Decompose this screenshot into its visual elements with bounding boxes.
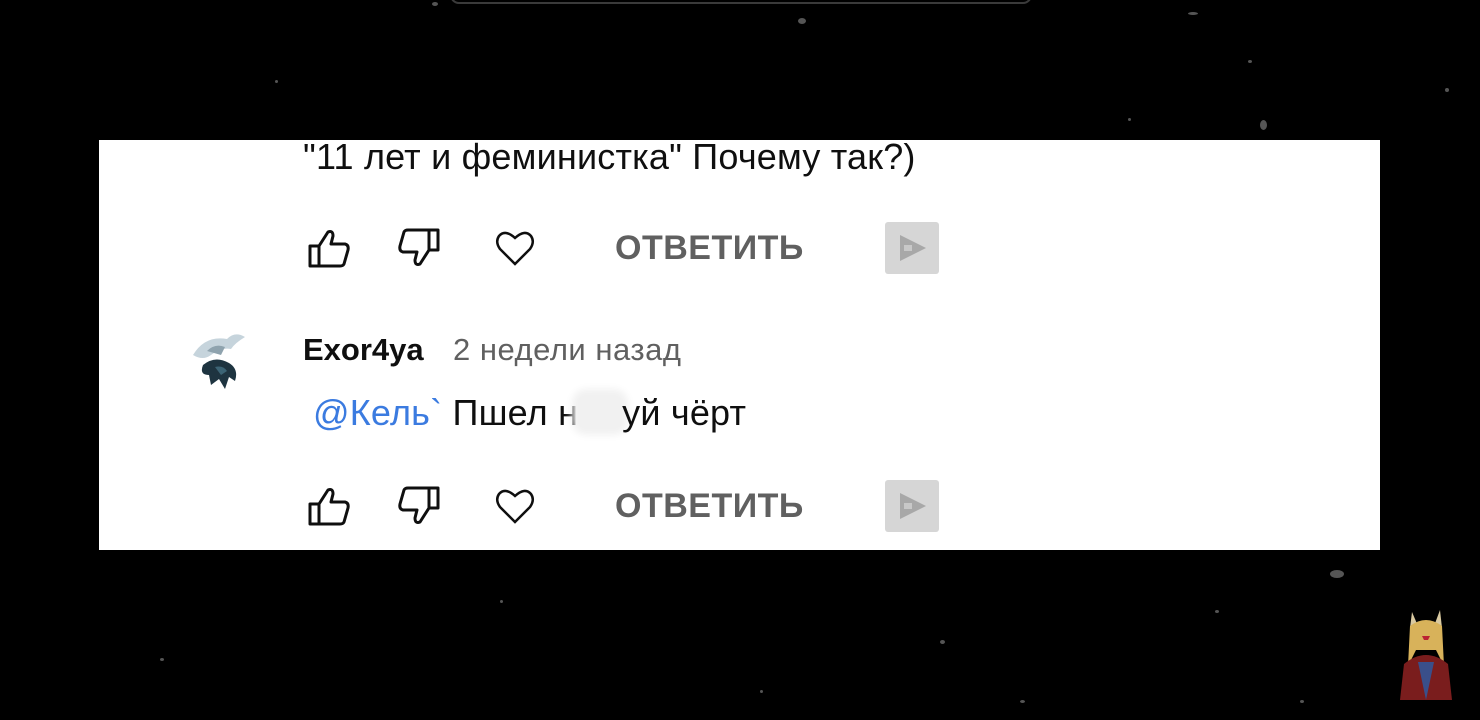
dislike-button[interactable] xyxy=(393,222,445,274)
reply-button[interactable]: ОТВЕТИТЬ xyxy=(615,229,804,268)
share-button[interactable] xyxy=(885,222,939,274)
thumbs-up-icon xyxy=(308,230,350,268)
like-button[interactable] xyxy=(303,222,355,274)
channel-mascot-icon xyxy=(1400,610,1452,700)
avatar[interactable] xyxy=(185,325,255,395)
heart-button[interactable] xyxy=(489,222,541,274)
share-button[interactable] xyxy=(885,480,939,532)
share-icon xyxy=(900,235,926,261)
heart-button[interactable] xyxy=(489,480,541,532)
thumbs-down-icon xyxy=(398,486,440,524)
like-button[interactable] xyxy=(303,480,355,532)
reply-comment-actions: ОТВЕТИТЬ xyxy=(303,480,953,532)
share-icon xyxy=(900,493,926,519)
mention-link[interactable]: @Кель` xyxy=(313,392,442,433)
censored-blur xyxy=(578,395,623,429)
comments-panel: "11 лет и феминистка" Почему так?) ОТВЕТ… xyxy=(99,140,1380,550)
reply-text-after-blur: уй чёрт xyxy=(622,392,747,433)
dislike-button[interactable] xyxy=(393,480,445,532)
reply-button[interactable]: ОТВЕТИТЬ xyxy=(615,487,804,526)
heart-icon xyxy=(496,231,534,266)
thumbs-up-icon xyxy=(308,488,350,526)
reply-text-before-blur: Пшел н xyxy=(452,392,579,433)
comment-timestamp[interactable]: 2 недели назад xyxy=(453,332,681,368)
thumbs-down-icon xyxy=(398,228,440,266)
previous-comment-text: "11 лет и феминистка" Почему так?) xyxy=(303,140,916,177)
top-ui-pill xyxy=(450,0,1032,4)
comment-author[interactable]: Exor4ya xyxy=(303,332,424,368)
reply-comment-text: @Кель` Пшел н уй чёрт xyxy=(313,392,746,434)
previous-comment-actions: ОТВЕТИТЬ xyxy=(303,222,953,274)
heart-icon xyxy=(496,489,534,524)
